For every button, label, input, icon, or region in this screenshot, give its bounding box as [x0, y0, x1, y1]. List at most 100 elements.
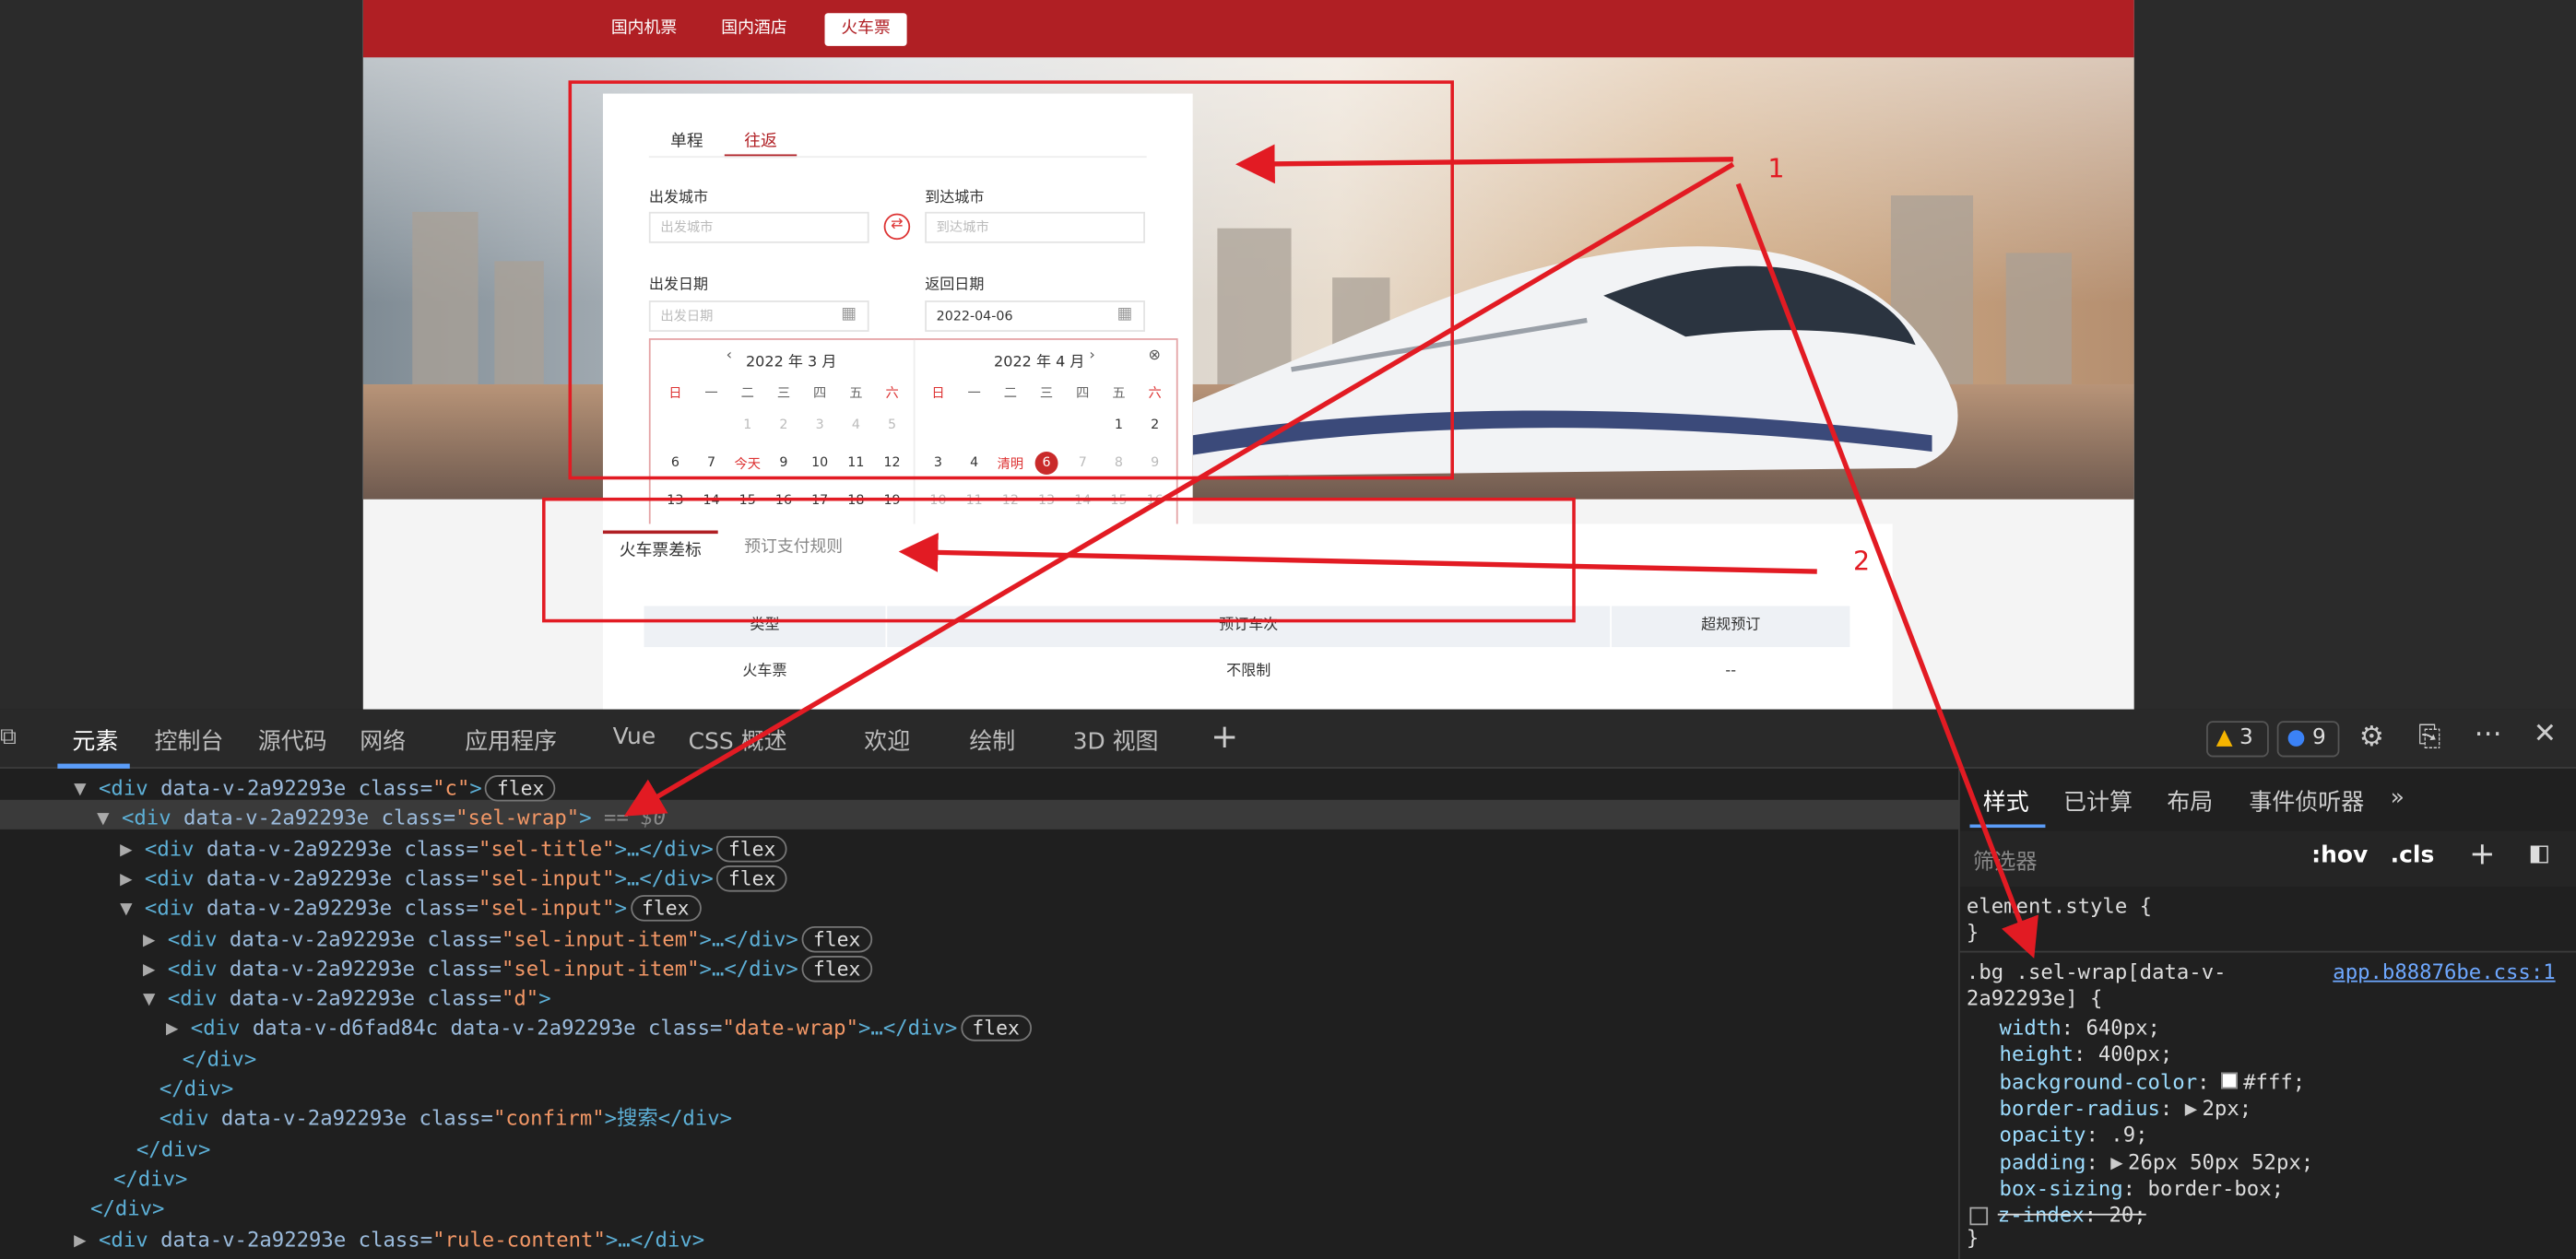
css-declaration[interactable]: width: 640px;	[2000, 1015, 2160, 1041]
feedback-icon[interactable]: ⎘	[2418, 721, 2440, 754]
devtools-tab[interactable]: 元素	[72, 724, 118, 758]
calendar-day[interactable]: 13	[660, 493, 690, 508]
calendar-day[interactable]: 3	[805, 418, 834, 432]
devtools-tab[interactable]: 控制台	[154, 724, 223, 758]
dom-node[interactable]: </div>	[160, 1074, 233, 1103]
calendar-day[interactable]: 6	[1034, 452, 1058, 475]
devtools-tab[interactable]: CSS 概述	[689, 724, 787, 758]
devtools-tab[interactable]: Vue	[613, 724, 656, 751]
styles-tab[interactable]: 事件侦听器	[2249, 785, 2364, 818]
add-rule-icon[interactable]: +	[2469, 836, 2495, 872]
css-declaration[interactable]: opacity: .9;	[2000, 1122, 2148, 1148]
close-icon[interactable]: ⊗	[1149, 348, 1161, 365]
depart-city-input[interactable]: 出发城市	[648, 211, 869, 243]
expand-caret-icon[interactable]: ▶	[166, 1016, 191, 1041]
expand-caret-icon[interactable]: ▶	[74, 1226, 99, 1251]
calendar-day[interactable]: 2	[1140, 418, 1170, 432]
warnings-badge[interactable]: ▲ 3	[2206, 721, 2269, 758]
css-declaration[interactable]: background-color: #fff;	[2000, 1068, 2306, 1095]
css-declaration[interactable]: padding: ▶ 26px 50px 52px;	[2000, 1148, 2314, 1175]
calendar-day[interactable]: 7	[697, 455, 727, 470]
css-declaration[interactable]: z-index: 20;	[1969, 1203, 2146, 1230]
nav-domestic-hotels[interactable]: 国内酒店	[704, 13, 803, 46]
calendar-day[interactable]: 1	[1104, 418, 1133, 432]
dom-node[interactable]: ▼ <div data-v-2a92293e class="c"> flex	[74, 773, 556, 803]
styles-tab[interactable]: 已计算	[2063, 785, 2133, 818]
tab-booking-payment-rules[interactable]: 预订支付规则	[727, 531, 859, 567]
devtools-tab[interactable]: 源代码	[258, 724, 327, 758]
disabled-checkbox[interactable]	[1969, 1206, 1989, 1226]
filter-input[interactable]: 筛选器	[1973, 844, 2038, 876]
css-declaration[interactable]: border-radius: ▶ 2px;	[2000, 1095, 2252, 1122]
chevron-right-icon[interactable]: »	[2391, 785, 2405, 812]
calendar-day[interactable]: 16	[1140, 493, 1170, 508]
flex-badge[interactable]: flex	[485, 775, 556, 802]
calendar-day[interactable]: 1	[733, 418, 762, 432]
tab-round-trip[interactable]: 往返	[744, 126, 777, 151]
calendar-day[interactable]: 4	[841, 418, 870, 432]
expand-caret-icon[interactable]: ▶	[120, 835, 145, 860]
calendar-day[interactable]: 3	[923, 455, 952, 470]
expand-caret-icon[interactable]: ▶	[120, 865, 145, 890]
dom-node[interactable]: ▶ <div data-v-2a92293e class="sel-input-…	[143, 954, 872, 983]
calendar-day[interactable]: 8	[1104, 455, 1133, 470]
expand-triangle-icon[interactable]: ▶	[2185, 1095, 2197, 1120]
dom-node[interactable]: ▼ <div data-v-2a92293e class="sel-input"…	[120, 894, 702, 924]
stylesheet-link[interactable]: app.b88876be.css:1	[2333, 959, 2555, 986]
devtools-tab[interactable]: 网络	[360, 724, 406, 758]
flex-badge[interactable]: flex	[716, 865, 787, 892]
calendar-day[interactable]: 今天	[733, 455, 762, 474]
calendar-day[interactable]: 16	[769, 493, 798, 508]
swap-cities-icon[interactable]: ⇄	[883, 213, 911, 241]
flex-badge[interactable]: flex	[960, 1015, 1032, 1042]
color-swatch-icon[interactable]	[2221, 1071, 2239, 1088]
calendar-icon[interactable]: ▦	[841, 305, 857, 324]
calendar-day[interactable]: 6	[660, 455, 690, 470]
flex-badge[interactable]: flex	[801, 955, 872, 982]
hov-toggle[interactable]: :hov	[2311, 842, 2368, 869]
device-toggle-icon[interactable]: ⧉	[0, 724, 17, 751]
calendar-day[interactable]: 15	[733, 493, 762, 508]
flex-badge[interactable]: flex	[716, 835, 787, 862]
dom-node[interactable]: ▶ <div data-v-2a92293e class="sel-input"…	[120, 864, 787, 893]
nav-train-tickets[interactable]: 火车票	[824, 13, 907, 46]
plus-icon[interactable]: +	[1211, 716, 1238, 756]
calendar-day[interactable]: 11	[960, 493, 989, 508]
tab-train-standard[interactable]: 火车票差标	[602, 530, 718, 567]
calendar-day[interactable]: 12	[996, 493, 1025, 508]
dom-node[interactable]: </div>	[183, 1044, 256, 1074]
calendar-day[interactable]: 18	[841, 493, 870, 508]
dom-node[interactable]: </div>	[90, 1194, 164, 1224]
messages-badge[interactable]: ● 9	[2276, 721, 2340, 758]
calendar-day[interactable]: 13	[1032, 493, 1061, 508]
return-date-input[interactable]: 2022-04-06	[925, 300, 1145, 332]
expand-caret-icon[interactable]: ▼	[74, 775, 99, 800]
calendar-day[interactable]: 2	[769, 418, 798, 432]
calendar-day[interactable]: 12	[878, 455, 907, 470]
more-icon[interactable]: ⋯	[2475, 718, 2502, 751]
dom-node[interactable]: <div data-v-2a92293e class="confirm">搜索<…	[160, 1104, 732, 1134]
devtools-tab[interactable]: 应用程序	[465, 724, 557, 758]
nav-domestic-flights[interactable]: 国内机票	[595, 13, 693, 46]
dom-node[interactable]: ▶ <div data-v-d6fad84c data-v-2a92293e c…	[166, 1014, 1032, 1043]
gear-icon[interactable]: ⚙	[2359, 721, 2384, 754]
calendar-day[interactable]: 11	[841, 455, 870, 470]
dom-node[interactable]: ▼ <div data-v-2a92293e class="d">	[143, 984, 551, 1014]
expand-caret-icon[interactable]: ▶	[143, 956, 168, 981]
dom-node[interactable]: ▶ <div data-v-2a92293e class="sel-title"…	[120, 833, 787, 863]
arrive-city-input[interactable]: 到达城市	[925, 211, 1145, 243]
expand-caret-icon[interactable]: ▼	[120, 895, 145, 920]
dom-node[interactable]: ▼ <div data-v-2a92293e class="sel-wrap">…	[97, 804, 666, 833]
dom-node[interactable]: </div>	[113, 1164, 187, 1194]
css-declaration[interactable]: box-sizing: border-box;	[2000, 1175, 2284, 1202]
calendar-day[interactable]: 9	[769, 455, 798, 470]
calendar-day[interactable]: 5	[878, 418, 907, 432]
calendar-day[interactable]: 14	[1068, 493, 1097, 508]
next-month-icon[interactable]: ›	[1089, 348, 1094, 365]
devtools-tab[interactable]: 欢迎	[864, 724, 910, 758]
depart-date-input[interactable]: 出发日期	[648, 300, 869, 332]
prev-month-icon[interactable]: ‹	[727, 348, 732, 365]
expand-caret-icon[interactable]: ▼	[97, 806, 122, 830]
expand-caret-icon[interactable]: ▼	[143, 985, 168, 1010]
expand-triangle-icon[interactable]: ▶	[2110, 1148, 2122, 1173]
